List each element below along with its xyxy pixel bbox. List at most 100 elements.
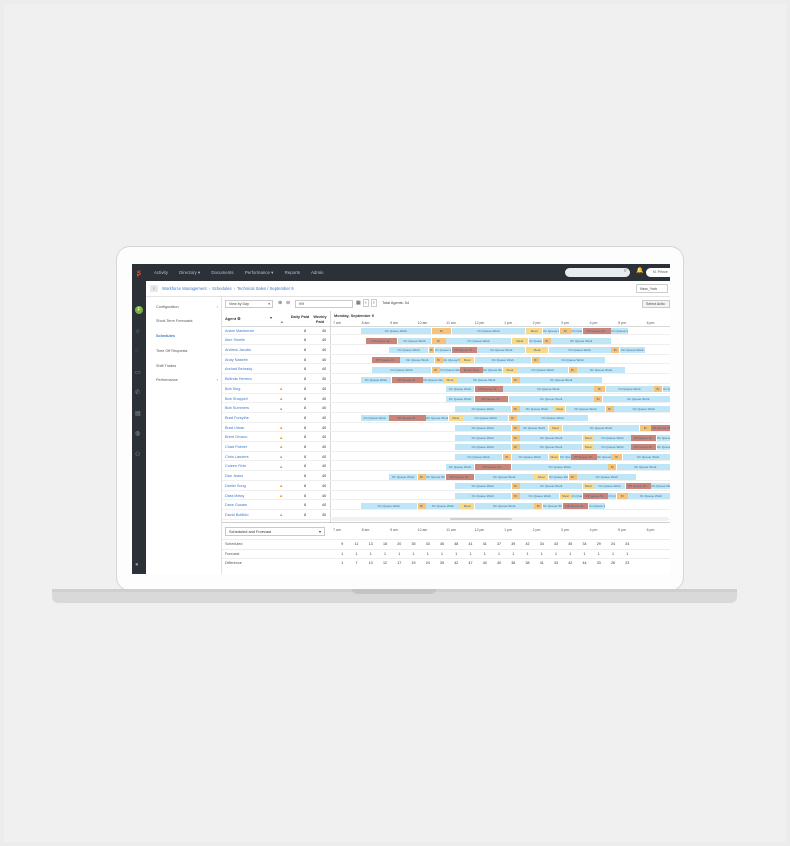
global-search-input[interactable]: ⌕ <box>565 268 630 277</box>
agent-name-link[interactable]: Chris Landers <box>225 455 249 459</box>
schedule-segment[interactable]: Email Time <box>460 366 483 373</box>
nav-directory[interactable]: Directory ▾ <box>179 270 200 275</box>
schedule-segment[interactable]: On Queue Work <box>446 386 474 393</box>
schedule-segment[interactable]: On Queue Work <box>463 415 509 422</box>
schedule-segment[interactable]: On Queue Work <box>548 347 611 354</box>
globe-icon[interactable]: ◍ <box>135 430 140 437</box>
schedule-segment[interactable]: Meal <box>525 328 543 334</box>
schedule-segment[interactable]: Br <box>431 366 440 373</box>
schedule-segment[interactable]: Br <box>611 454 623 461</box>
schedule-segment[interactable]: Off Queue W... <box>625 483 651 490</box>
sidenav-item-configuration[interactable]: Configuration › <box>156 305 218 309</box>
schedule-segment[interactable]: On Queue Work <box>520 405 554 412</box>
agent-name-link[interactable]: Dara Melay <box>225 494 244 498</box>
schedule-segment[interactable]: Br <box>560 328 571 334</box>
schedule-segment[interactable]: Meal <box>582 434 594 441</box>
schedule-segment[interactable]: Br <box>511 434 520 441</box>
nav-activity[interactable]: Activity <box>154 270 168 275</box>
breadcrumb-wfm[interactable]: Workforce Management <box>162 286 207 291</box>
schedule-segment[interactable]: On Queue Work <box>571 492 583 499</box>
schedule-segment[interactable]: On Queue Work <box>454 492 512 499</box>
schedule-segment[interactable]: Br <box>428 347 435 354</box>
schedule-segment[interactable]: On Queue Work <box>614 405 670 412</box>
schedule-segment[interactable]: On Queue Work <box>577 366 626 373</box>
scrollbar-thumb[interactable] <box>450 518 512 520</box>
schedule-segment[interactable]: On Queue Work <box>457 376 512 383</box>
schedule-segment[interactable]: Off Queue W... <box>631 434 657 441</box>
table-row[interactable]: Andrew Jacobs 8 40 On Queue Work Br On Queue … <box>222 346 670 355</box>
schedule-segment[interactable]: On Queue Work <box>371 366 432 373</box>
schedule-segment[interactable]: Meal <box>511 337 529 344</box>
schedule-segment[interactable]: Off Queue W... <box>451 347 477 354</box>
schedule-segment[interactable]: On Queue Work <box>540 357 606 364</box>
phone-icon[interactable]: ✆ <box>135 389 140 396</box>
schedule-segment[interactable]: Meal <box>503 366 517 373</box>
schedule-segment[interactable]: On Queue Work <box>520 492 560 499</box>
schedule-segment[interactable]: On Queue Work <box>389 347 429 354</box>
schedule-segment[interactable]: On Queue Work <box>571 328 583 334</box>
agent-name-link[interactable]: Brad Forsythe <box>225 416 249 420</box>
schedule-segment[interactable]: On Queue Work <box>389 473 417 480</box>
schedule-segment[interactable]: Br <box>417 473 426 480</box>
sidenav-item-performance[interactable]: Performance › <box>156 378 218 382</box>
schedule-segment[interactable]: Off Queue W... <box>582 492 608 499</box>
select-action-button[interactable]: Select Actio <box>642 300 670 308</box>
zoom-out-icon[interactable]: ⊖ <box>286 300 290 306</box>
schedule-segment[interactable]: Off Queue W... <box>371 357 400 364</box>
schedule-segment[interactable]: On Queue Work <box>360 328 432 334</box>
schedule-segment[interactable]: On Queue Work <box>454 444 512 451</box>
agent-name-link[interactable]: Bob Summers <box>225 406 249 410</box>
schedule-segment[interactable]: Meal <box>525 347 549 354</box>
schedule-segment[interactable]: On Queue Work <box>656 444 670 451</box>
nav-reports[interactable]: Reports <box>285 270 300 275</box>
schedule-segment[interactable]: Off Queue W... <box>389 415 426 422</box>
schedule-segment[interactable]: On Queue Work <box>594 483 626 490</box>
schedule-segment[interactable]: On Queue Work <box>605 386 654 393</box>
sidenav-item-shift-trades[interactable]: Shift Trades <box>156 364 218 368</box>
schedule-segment[interactable]: On Queue Work <box>511 454 549 461</box>
schedule-segment[interactable]: Br <box>434 357 443 364</box>
schedule-segment[interactable]: On Queue Work <box>562 425 640 431</box>
schedule-segment[interactable]: Br <box>431 328 452 334</box>
notification-bell-icon[interactable]: 🔔 <box>636 267 643 274</box>
schedule-segment[interactable]: Off Queue W... <box>562 502 588 509</box>
table-row[interactable]: Dara Melay ▲ 8 40 On Queue Work Br On Queue Wo… <box>222 492 670 501</box>
inbox-icon[interactable]: ▤ <box>135 410 141 417</box>
schedule-segment[interactable]: On Queue Work <box>528 337 543 344</box>
add-user-icon[interactable]: ⚇ <box>135 451 140 458</box>
schedule-segment[interactable]: Off Queue W... <box>631 444 657 451</box>
agent-name-link[interactable]: Adam Mackenzie <box>225 329 254 333</box>
schedule-segment[interactable]: Br <box>611 347 620 354</box>
schedule-segment[interactable]: On Queue Work <box>474 473 534 480</box>
schedule-segment[interactable]: On Queue Work <box>602 395 670 402</box>
zoom-in-icon[interactable]: ⊕ <box>278 300 282 306</box>
nav-admin[interactable]: Admin <box>311 270 323 275</box>
prev-day-button[interactable]: ‹ <box>363 299 369 307</box>
table-row[interactable]: Daniel Song ▲ 8 40 On Queue Work Br On Queue W… <box>222 482 670 491</box>
sort-icon[interactable]: ▾ <box>270 315 272 320</box>
schedule-segment[interactable]: Off Queue W... <box>446 473 474 480</box>
schedule-segment[interactable]: Meal <box>548 425 563 431</box>
schedule-segment[interactable]: Br <box>654 386 663 393</box>
schedule-segment[interactable]: On Queue Work <box>426 415 449 422</box>
schedule-segment[interactable]: On Queue Work <box>397 337 432 344</box>
agent-column-header[interactable]: Agent ⚙ <box>225 316 241 321</box>
schedule-segment[interactable]: On Queue Work <box>588 502 606 509</box>
schedule-segment[interactable]: Br <box>511 425 520 431</box>
table-row[interactable]: Belinda Herrera 8 40 On Queue Work Off Queue… <box>222 376 670 384</box>
schedule-segment[interactable]: On Queue Work <box>443 357 460 364</box>
agent-name-link[interactable]: Coleen Finle <box>225 464 246 468</box>
schedule-segment[interactable]: On Queue Work <box>651 483 670 490</box>
schedule-segment[interactable]: Meal <box>460 357 474 364</box>
schedule-segment[interactable]: On Queue Work <box>662 386 670 393</box>
schedule-segment[interactable]: On Queue Work <box>656 434 670 441</box>
help-icon[interactable]: ● <box>135 562 139 568</box>
schedule-segment[interactable]: Meal <box>448 415 463 422</box>
table-row[interactable]: Andy Naseeb 8 40 Off Queue W... On Queue Wor… <box>222 356 670 365</box>
sidenav-item-short-term-forecasts[interactable]: Short-Term Forecasts <box>156 319 218 323</box>
schedule-segment[interactable]: Off Queue W... <box>366 337 398 344</box>
schedule-segment[interactable]: On Queue Work <box>454 434 512 441</box>
calendar-icon[interactable]: ▦ <box>356 300 361 306</box>
schedule-segment[interactable]: On Queue Work <box>440 366 460 373</box>
agent-name-link[interactable]: Bob King <box>225 387 240 391</box>
